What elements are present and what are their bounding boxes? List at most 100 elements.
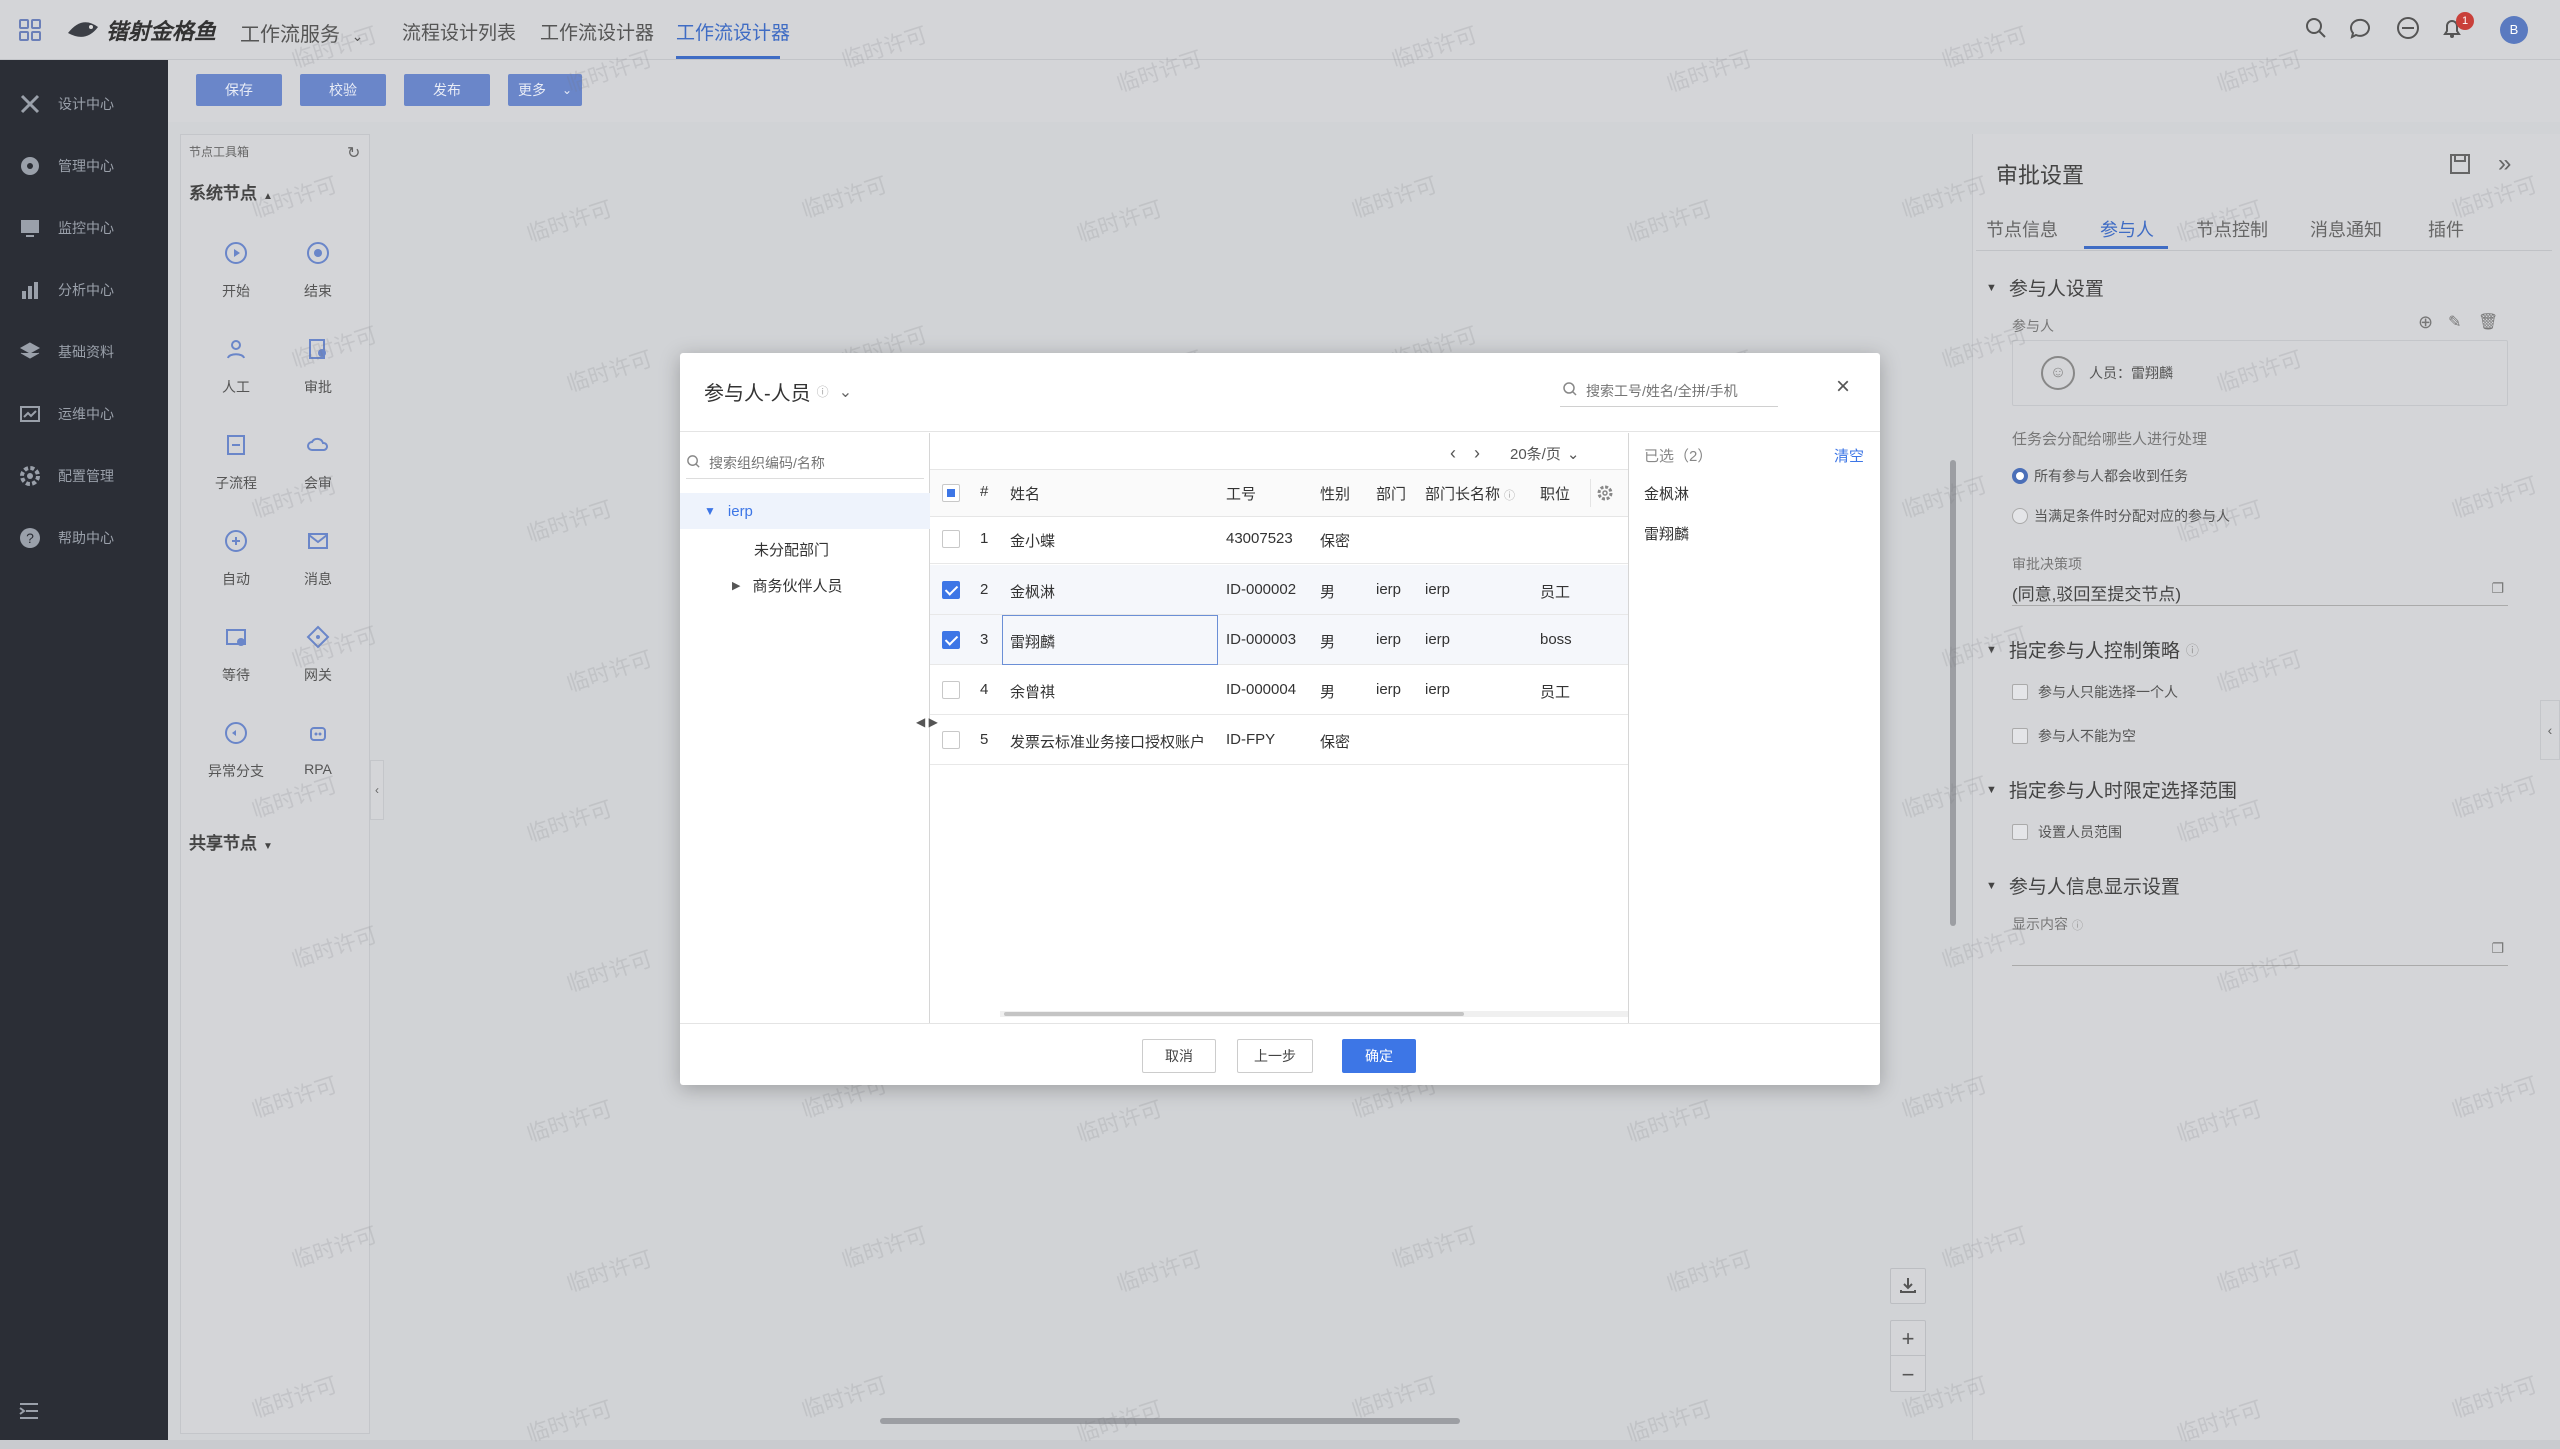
row-checkbox[interactable] (942, 731, 960, 749)
zoom-out-icon[interactable]: − (1891, 1357, 1925, 1392)
checkbox-single-participant[interactable]: 参与人只能选择一个人 (2012, 682, 2178, 702)
copy-icon[interactable]: ❐ (2491, 580, 2504, 597)
sidebar-item-manage[interactable]: 管理中心 (0, 141, 168, 191)
checkbox-not-empty[interactable]: 参与人不能为空 (2012, 726, 2136, 746)
node-approve[interactable]: 审批 (283, 327, 353, 407)
tree-node-ierp[interactable]: ▼ ierp (680, 493, 930, 529)
table-row[interactable]: 5 发票云标准业务接口授权账户 ID-FPY 保密 (930, 715, 1628, 765)
save-panel-icon[interactable] (2448, 152, 2472, 176)
dialog-title[interactable]: 参与人-人员 ⓘ ⌄ (704, 377, 852, 406)
node-manual[interactable]: 人工 (201, 327, 271, 407)
sidebar-item-config[interactable]: 配置管理 (0, 451, 168, 501)
nav-designer-1[interactable]: 工作流设计器 (540, 18, 654, 45)
close-icon[interactable]: × (1836, 373, 1850, 401)
prev-page-icon[interactable]: ‹ (1450, 443, 1456, 464)
node-wait[interactable]: 等待 (201, 615, 271, 695)
col-position[interactable]: 职位 (1540, 483, 1570, 504)
section-control-strategy[interactable]: ▼ 指定参与人控制策略 ⓘ (1986, 636, 2199, 663)
caret-right-icon[interactable]: ▶ (732, 579, 740, 592)
tree-node-unassigned[interactable]: 未分配部门 (754, 539, 829, 560)
selected-item[interactable]: 雷翔麟 (1644, 523, 1689, 544)
col-dept-head[interactable]: 部门长名称 ⓘ (1425, 483, 1515, 504)
clear-link[interactable]: 清空 (1834, 445, 1864, 466)
section-selection-range[interactable]: ▼ 指定参与人时限定选择范围 (1986, 776, 2237, 803)
collapse-menu-icon[interactable] (18, 1400, 40, 1422)
toolbox-collapse-handle[interactable]: ‹ (370, 760, 384, 820)
sidebar-item-analysis[interactable]: 分析中心 (0, 265, 168, 315)
radio-conditional[interactable]: 当满足条件时分配对应的参与人 (2012, 506, 2230, 526)
sidebar-item-monitor[interactable]: 监控中心 (0, 203, 168, 253)
section-participant-settings[interactable]: ▼ 参与人设置 (1986, 274, 2104, 301)
tab-node-info[interactable]: 节点信息 (1986, 216, 2058, 242)
node-auto[interactable]: 自动 (201, 519, 271, 599)
col-name[interactable]: 姓名 (1010, 483, 1040, 504)
table-row[interactable]: 2 金枫淋 ID-000002 男 ierp ierp 员工 (930, 565, 1628, 615)
add-icon[interactable]: ⊕ (2418, 312, 2433, 333)
nav-process-list[interactable]: 流程设计列表 (402, 18, 516, 45)
row-checkbox[interactable] (942, 681, 960, 699)
org-search-input[interactable] (709, 454, 909, 471)
column-settings-icon[interactable] (1590, 479, 1618, 507)
delete-icon[interactable]: 🗑 (2478, 312, 2498, 332)
node-end[interactable]: 结束 (283, 231, 353, 311)
service-menu[interactable]: 工作流服务 ⌄ (240, 18, 363, 47)
prev-step-button[interactable]: 上一步 (1237, 1039, 1313, 1073)
select-all-checkbox[interactable] (942, 484, 960, 502)
user-search-input[interactable] (1586, 382, 1776, 399)
panel-expand-handle[interactable]: ‹ (2540, 700, 2560, 760)
save-button[interactable]: 保存 (196, 74, 282, 106)
edit-icon[interactable]: ✎ (2448, 312, 2461, 332)
node-gateway[interactable]: 网关 (283, 615, 353, 695)
sidebar-item-ops[interactable]: 运维中心 (0, 389, 168, 439)
radio-all-participants[interactable]: 所有参与人都会收到任务 (2012, 466, 2188, 486)
decision-field[interactable]: (同意,驳回至提交节点) ❐ (2012, 576, 2508, 606)
minus-circle-icon[interactable] (2396, 16, 2420, 40)
table-hscrollbar[interactable] (1000, 1011, 1628, 1017)
participant-box[interactable]: ☺ 人员：雷翔麟 (2012, 340, 2508, 406)
row-checkbox[interactable] (942, 530, 960, 548)
tab-participants[interactable]: 参与人 (2100, 216, 2154, 242)
org-search-field[interactable] (686, 447, 924, 479)
horizontal-scrollbar[interactable] (880, 1418, 1460, 1424)
scroll-thumb[interactable] (1004, 1012, 1464, 1016)
more-button[interactable]: 更多 ⌄ (508, 74, 582, 106)
chevron-down-icon[interactable]: ⌄ (839, 382, 852, 402)
table-row[interactable]: 1 金小蝶 43007523 保密 (930, 514, 1628, 564)
zoom-in-icon[interactable]: + (1891, 1321, 1925, 1356)
avatar[interactable]: B (2500, 16, 2528, 44)
col-sex[interactable]: 性别 (1320, 483, 1350, 504)
caret-down-icon[interactable]: ▼ (704, 504, 716, 518)
node-exception[interactable]: 异常分支 (201, 711, 271, 791)
node-message[interactable]: 消息 (283, 519, 353, 599)
selected-item[interactable]: 金枫淋 (1644, 483, 1689, 504)
tab-node-control[interactable]: 节点控制 (2196, 216, 2268, 242)
col-id[interactable]: 工号 (1226, 483, 1256, 504)
checkbox-set-range[interactable]: 设置人员范围 (2012, 822, 2122, 842)
cancel-button[interactable]: 取消 (1142, 1039, 1216, 1073)
col-dept[interactable]: 部门 (1376, 483, 1406, 504)
table-row[interactable]: 4 余曾祺 ID-000004 男 ierp ierp 员工 (930, 665, 1628, 715)
node-subprocess[interactable]: 子流程 (201, 423, 271, 503)
confirm-button[interactable]: 确定 (1342, 1039, 1416, 1073)
row-checkbox[interactable] (942, 581, 960, 599)
double-chevron-right-icon[interactable]: » (2498, 150, 2511, 178)
tree-node-partners[interactable]: ▶ 商务伙伴人员 (732, 575, 842, 596)
node-start[interactable]: 开始 (201, 231, 271, 311)
download-button[interactable] (1890, 1268, 1926, 1304)
page-size-select[interactable]: 20条/页 ⌄ (1510, 443, 1579, 464)
section-display-settings[interactable]: ▼ 参与人信息显示设置 (1986, 872, 2180, 899)
tab-message[interactable]: 消息通知 (2310, 216, 2382, 242)
apps-grid-icon[interactable] (18, 18, 42, 42)
shared-nodes-heading[interactable]: 共享节点 ▼ (189, 829, 273, 854)
sidebar-item-help[interactable]: ? 帮助中心 (0, 513, 168, 563)
sidebar-item-basic[interactable]: 基础资料 (0, 327, 168, 377)
tab-plugin[interactable]: 插件 (2428, 216, 2464, 242)
display-content-field[interactable]: ❐ (2012, 936, 2508, 966)
sidebar-item-design[interactable]: 设计中心 (0, 79, 168, 129)
nav-designer-2[interactable]: 工作流设计器 (676, 18, 790, 45)
row-checkbox[interactable] (942, 631, 960, 649)
vertical-scrollbar[interactable] (1950, 460, 1956, 926)
node-rpa[interactable]: RPA (283, 711, 353, 791)
copy-icon[interactable]: ❐ (2491, 940, 2504, 957)
chat-icon[interactable] (2348, 16, 2372, 40)
